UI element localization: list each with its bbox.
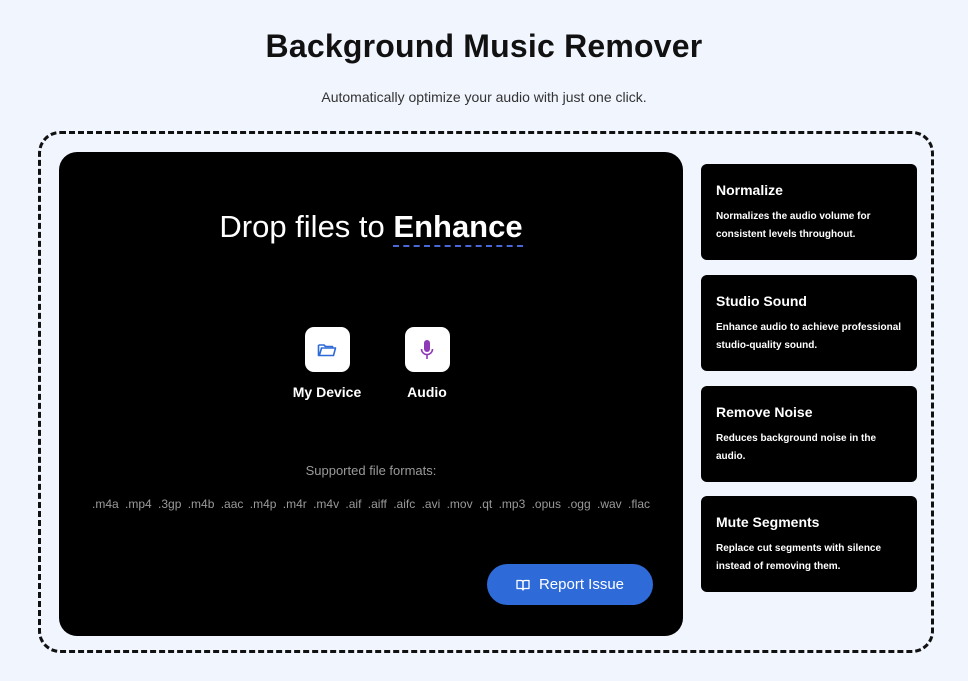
- book-icon: [516, 579, 530, 591]
- source-audio-label: Audio: [407, 384, 447, 400]
- drop-heading: Drop files to Enhance: [59, 209, 683, 247]
- microphone-icon: [420, 339, 434, 359]
- feature-card-studio-sound[interactable]: Studio Sound Enhance audio to achieve pr…: [701, 275, 917, 371]
- feature-title: Studio Sound: [716, 293, 807, 309]
- page: Background Music Remover Automatically o…: [0, 0, 968, 681]
- feature-description: Replace cut segments with silence instea…: [716, 543, 882, 572]
- feature-card-mute-segments[interactable]: Mute Segments Replace cut segments with …: [701, 496, 917, 592]
- formats-list: .m4a .mp4 .3gp .m4b .aac .m4p .m4r .m4v …: [92, 497, 650, 511]
- folder-icon: [317, 343, 337, 356]
- feature-card-remove-noise[interactable]: Remove Noise Reduces background noise in…: [701, 386, 917, 482]
- report-issue-label: Report Issue: [538, 576, 625, 593]
- upload-panel[interactable]: Drop files to Enhance My Device Audio Su…: [59, 152, 683, 636]
- page-title: Background Music Remover: [265, 28, 703, 64]
- feature-title: Normalize: [716, 182, 783, 198]
- feature-title: Remove Noise: [716, 404, 813, 420]
- feature-description: Enhance audio to achieve professional st…: [716, 322, 902, 351]
- source-my-device-label: My Device: [292, 384, 362, 400]
- feature-description: Normalizes the audio volume for consiste…: [716, 211, 871, 240]
- source-my-device[interactable]: My Device: [282, 327, 372, 400]
- microphone-icon-box[interactable]: [404, 327, 450, 372]
- report-issue-button[interactable]: Report Issue: [487, 564, 653, 605]
- formats-label: Supported file formats:: [305, 463, 437, 478]
- drop-heading-accent[interactable]: Enhance: [393, 209, 523, 247]
- feature-description: Reduces background noise in the audio.: [716, 433, 877, 462]
- feature-title: Mute Segments: [716, 514, 820, 530]
- page-subtitle: Automatically optimize your audio with j…: [321, 89, 647, 105]
- source-audio[interactable]: Audio: [382, 327, 472, 400]
- feature-card-normalize[interactable]: Normalize Normalizes the audio volume fo…: [701, 164, 917, 260]
- folder-icon-box[interactable]: [304, 327, 350, 372]
- drop-heading-prefix: Drop files to: [219, 209, 394, 244]
